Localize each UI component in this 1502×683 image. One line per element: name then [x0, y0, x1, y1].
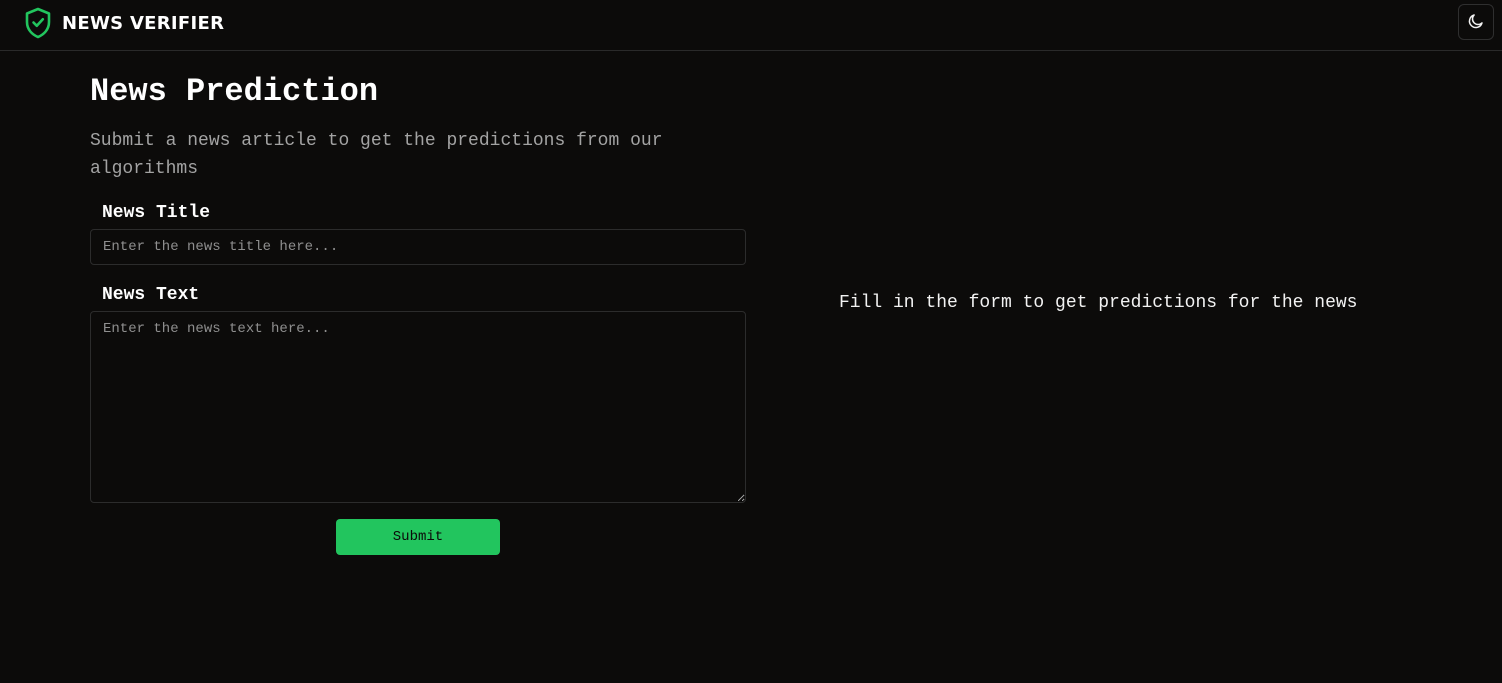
brand[interactable]: NEWS VERIFIER — [24, 7, 224, 39]
news-text-input[interactable] — [90, 311, 746, 503]
moon-icon — [1467, 12, 1485, 33]
news-title-input[interactable] — [90, 229, 746, 265]
brand-name: NEWS VERIFIER — [62, 12, 225, 34]
theme-toggle-button[interactable] — [1458, 4, 1494, 40]
shield-check-icon — [24, 7, 52, 39]
result-placeholder-text: Fill in the form to get predictions for … — [839, 293, 1358, 313]
news-text-label: News Text — [102, 285, 200, 305]
submit-button[interactable]: Submit — [336, 519, 500, 555]
prediction-form-panel: News Prediction Submit a news article to… — [90, 51, 746, 555]
page-title: News Prediction — [90, 73, 379, 110]
page-subtitle: Submit a news article to get the predict… — [90, 131, 663, 179]
submit-row: Submit — [90, 519, 746, 555]
news-title-label: News Title — [102, 203, 211, 223]
top-navbar: NEWS VERIFIER — [0, 0, 1502, 51]
